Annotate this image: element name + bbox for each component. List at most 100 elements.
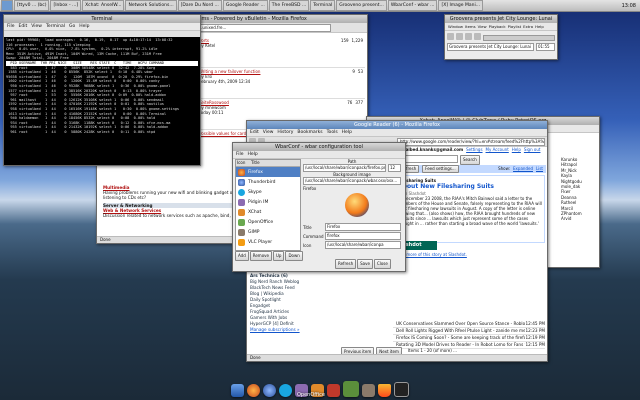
prev-icon[interactable] [465,33,472,40]
manage-subscriptions-link[interactable]: Manage subscriptions » [247,327,387,333]
xchat-icon [238,208,245,216]
address-bar[interactable]: comp.unixed.fre... [187,23,331,32]
openoffice-icon[interactable] [343,381,359,397]
pause-icon[interactable] [447,33,454,40]
thread-title[interactable]: Possible values for card_ [199,131,248,136]
menu-items[interactable]: Items [465,23,476,30]
path-field[interactable]: /usr/local/share/wbar/iconpack/firefox.p… [303,164,386,172]
nick[interactable]: Arvid [561,216,597,221]
terminal-icon[interactable] [394,382,409,397]
firefox-icon[interactable] [247,384,260,397]
menu-go[interactable]: Go [69,23,75,30]
thread-replies: 159 [340,38,349,43]
list-item[interactable]: Firefox [236,167,300,177]
account-link[interactable]: My Account [486,147,509,152]
settings-link[interactable]: Settings [466,147,482,152]
window-title[interactable]: Terminal [4,15,200,23]
list-item[interactable]: Skype [236,187,300,197]
start-menu-icon[interactable] [1,0,13,11]
menu-help[interactable]: Help [248,151,258,158]
show-expanded[interactable]: Expanded [513,165,533,173]
close-button[interactable]: Close [373,259,391,269]
menu-file[interactable]: File [236,151,244,158]
list-item[interactable]: Pidgin IM [236,197,300,207]
taskbar-task[interactable]: [Dare Du Nord ... [177,0,222,11]
taskbar-task[interactable]: Xchat: AnselW... [82,0,125,11]
command-field[interactable]: firefox [325,232,401,240]
feed-settings-button[interactable]: Feed settings... [422,165,459,173]
window-title[interactable]: Google Reader (6) - Mozilla Firefox [247,121,547,129]
taskbar-task[interactable]: The FreeBSD ... [268,0,310,11]
acrobat-icon[interactable] [327,384,340,397]
menu-extra[interactable]: Extra [523,23,533,30]
taskbar-task[interactable]: [Inbox - ...] [50,0,82,11]
help-link[interactable]: Help [512,147,521,152]
terminal-line: 950 virtualbed 1 46 0 9528K 9688K select… [6,83,171,88]
menu-help[interactable]: Help [79,23,89,30]
menu-window[interactable]: Window [448,23,463,30]
menu-file[interactable]: File [7,23,15,30]
list-item[interactable]: UK Conservatives Slammed Over Open Sourc… [393,321,545,328]
gimp-icon[interactable] [362,384,375,397]
save-button[interactable]: Save [357,259,373,269]
app-label: GIMP [248,229,260,235]
taskbar-task[interactable]: WbarConf - wbar ... [387,0,438,11]
signout-link[interactable]: Sign out [524,147,541,152]
list-item[interactable]: GIMP [236,227,300,237]
menu-help[interactable]: Help [342,129,352,136]
icon-column-header[interactable]: Icon [236,160,251,166]
menu-view[interactable]: View [478,23,487,30]
menu-playlist[interactable]: Playlist [508,23,522,30]
menu-view[interactable]: View [263,129,274,136]
menu-help[interactable]: Help [535,23,544,30]
menu-bookmarks[interactable]: Bookmarks [297,129,322,136]
next-icon[interactable] [474,33,481,40]
thread-date: Today 00:11 [199,110,224,115]
list-item[interactable]: OpenOffice [236,217,300,227]
item-list: UK Conservatives Slammed Over Open Sourc… [393,321,545,349]
list-item[interactable]: XChat [236,207,300,217]
background-field[interactable]: /usr/local/share/wbar/iconpack/wbar.osx/… [303,177,401,185]
thunderbird-icon[interactable] [263,384,276,397]
menu-edit[interactable]: Edit [250,129,259,136]
list-item[interactable]: Firefox IS Coming Soon? - Some are keepi… [393,335,545,342]
window-title[interactable]: Groovera presents Jet City Lounge: Lunai [445,15,557,23]
address-bar[interactable]: http://www.google.com/reader/view/?hl=en… [397,137,545,146]
taskbar-task[interactable]: Google Reader ... [222,0,268,11]
icon-field[interactable]: /usr/local/share/wbar/iconpa [325,241,401,249]
remove-button[interactable]: Remove [249,251,272,261]
up-button[interactable]: Up [272,251,285,261]
taskbar-task[interactable]: [X] Image Mani... [438,0,484,11]
refresh-button[interactable]: Refresh [335,259,357,269]
skype-icon[interactable] [279,384,292,397]
list-item[interactable]: Dell Roll Lights Rigged With Rfeel Ptuls… [393,328,545,335]
thread-row: Ports by Ketel 159 1,229 [197,37,365,68]
menu-edit[interactable]: Edit [19,23,28,30]
stop-icon[interactable] [456,33,463,40]
list-item[interactable]: Thunderbird [236,177,300,187]
title-field[interactable]: Firefox [325,223,401,231]
add-button[interactable]: Add [235,251,249,261]
volume-slider[interactable] [483,35,555,41]
menu-terminal[interactable]: Terminal [46,23,65,30]
taskbar-task[interactable]: Terminal [310,0,336,11]
size-spinner[interactable]: 12 [388,164,401,172]
finder-icon[interactable] [231,384,244,397]
menu-playback[interactable]: Playback [489,23,506,30]
taskbar-task[interactable]: [ttyv0 ... (bc) [14,0,50,11]
dialog-buttons: Refresh Save Close [335,259,391,269]
vlc-icon[interactable] [378,384,391,397]
taskbar-task[interactable]: Network Solutions... [125,0,177,11]
article-title[interactable]: About New Filesharing Suits [398,183,542,191]
menu-history[interactable]: History [277,129,293,136]
taskbar-task[interactable]: Grooveno present... [336,0,387,11]
window-title[interactable]: WbarConf - wbar configuration tool [233,143,405,151]
list-item[interactable]: VLC Player [236,237,300,247]
menu-view[interactable]: View [31,23,42,30]
menu-tools[interactable]: Tools [327,129,338,136]
down-button[interactable]: Down [285,251,303,261]
show-list[interactable]: List [536,165,543,173]
terminal-screen[interactable]: last pid: 99968; load averages: 0.16, 0.… [4,37,200,165]
search-button[interactable]: Search [460,155,480,165]
title-column-header[interactable]: Title [251,160,260,166]
